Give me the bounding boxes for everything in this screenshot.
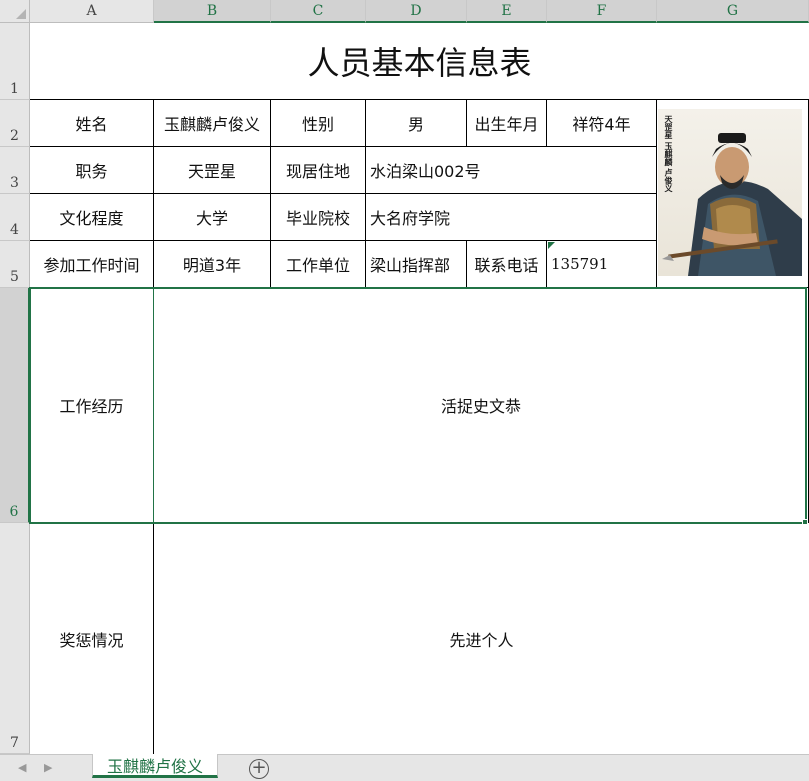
- column-header-b[interactable]: B: [154, 0, 271, 23]
- gender-value-cell[interactable]: 男: [366, 100, 467, 147]
- phone-value-cell[interactable]: 135791: [547, 241, 657, 288]
- row-header-5[interactable]: 5: [0, 241, 30, 288]
- work-start-label-cell[interactable]: 参加工作时间: [30, 241, 154, 288]
- warrior-portrait-icon: [662, 133, 802, 276]
- position-label-cell[interactable]: 职务: [30, 147, 154, 194]
- awards-value-cell[interactable]: 先进个人: [154, 523, 809, 754]
- select-all-corner[interactable]: [0, 0, 30, 23]
- row-header-2[interactable]: 2: [0, 100, 30, 147]
- phone-label-cell[interactable]: 联系电话: [467, 241, 547, 288]
- gender-label-cell[interactable]: 性别: [271, 100, 366, 147]
- portrait-image[interactable]: 天罡星 玉麒麟 卢俊义: [658, 109, 802, 276]
- column-header-a[interactable]: A: [30, 0, 154, 23]
- school-value-cell[interactable]: 大名府学院: [366, 194, 657, 241]
- column-header-g[interactable]: G: [657, 0, 809, 23]
- employer-label-cell[interactable]: 工作单位: [271, 241, 366, 288]
- cell-comment-indicator: [548, 242, 555, 249]
- column-header-f[interactable]: F: [547, 0, 657, 23]
- row-header-4[interactable]: 4: [0, 194, 30, 241]
- column-header-d[interactable]: D: [366, 0, 467, 23]
- row-header-6[interactable]: 6: [0, 288, 30, 523]
- column-header-e[interactable]: E: [467, 0, 547, 23]
- experience-value-cell[interactable]: 活捉史文恭: [154, 288, 809, 523]
- sheet-tab-active[interactable]: 玉麒麟卢俊义: [92, 754, 218, 778]
- address-label-cell[interactable]: 现居住地: [271, 147, 366, 194]
- name-value-cell[interactable]: 玉麒麟卢俊义: [154, 100, 271, 147]
- row-header-1[interactable]: 1: [0, 23, 30, 100]
- experience-label-cell[interactable]: 工作经历: [30, 288, 154, 523]
- address-value-cell[interactable]: 水泊梁山002号: [366, 147, 657, 194]
- name-label-cell[interactable]: 姓名: [30, 100, 154, 147]
- work-start-value-cell[interactable]: 明道3年: [154, 241, 271, 288]
- education-value-cell[interactable]: 大学: [154, 194, 271, 241]
- row-header-3[interactable]: 3: [0, 147, 30, 194]
- school-label-cell[interactable]: 毕业院校: [271, 194, 366, 241]
- page-title[interactable]: 人员基本信息表: [30, 23, 809, 100]
- add-sheet-icon[interactable]: +: [249, 759, 269, 779]
- column-header-c[interactable]: C: [271, 0, 366, 23]
- birth-label-cell[interactable]: 出生年月: [467, 100, 547, 147]
- scroll-right-icon[interactable]: ▶: [44, 761, 52, 774]
- education-label-cell[interactable]: 文化程度: [30, 194, 154, 241]
- scroll-left-icon[interactable]: ◀: [18, 761, 26, 774]
- birth-value-cell[interactable]: 祥符4年: [547, 100, 657, 147]
- position-value-cell[interactable]: 天罡星: [154, 147, 271, 194]
- fill-handle[interactable]: [802, 519, 808, 525]
- awards-label-cell[interactable]: 奖惩情况: [30, 523, 154, 754]
- employer-value-cell[interactable]: 梁山指挥部: [366, 241, 467, 288]
- sheet-tab-bar: ◀ ▶ 玉麒麟卢俊义 +: [0, 754, 809, 781]
- row-header-7[interactable]: 7: [0, 523, 30, 754]
